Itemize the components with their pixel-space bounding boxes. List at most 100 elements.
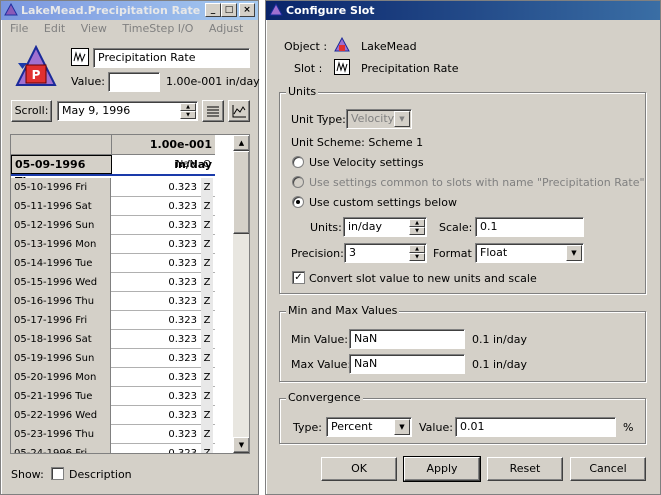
row-value[interactable]: 0.323 bbox=[112, 444, 200, 453]
configure-slot-titlebar[interactable]: Configure Slot bbox=[266, 1, 660, 20]
row-value[interactable]: 0.323 bbox=[112, 197, 200, 216]
table-row[interactable]: 05-19-1996 Sun 0.323 Z bbox=[11, 349, 215, 368]
row-value[interactable]: 0.323 bbox=[112, 330, 200, 349]
convergence-type-dropdown[interactable]: Percent ▼ bbox=[326, 417, 412, 437]
table-row[interactable]: 05-13-1996 Mon 0.323 Z bbox=[11, 235, 215, 254]
precision-stepper[interactable]: 3 ▲ ▼ bbox=[344, 243, 427, 263]
reset-button[interactable]: Reset bbox=[487, 457, 563, 481]
ok-button[interactable]: OK bbox=[321, 457, 397, 481]
convergence-value-input[interactable]: 0.01 bbox=[455, 417, 616, 437]
row-date: 05-22-1996 Wed bbox=[11, 406, 111, 425]
table-row[interactable]: 05-20-1996 Mon 0.323 Z bbox=[11, 368, 215, 387]
column-header[interactable]: 1.00e-001 in/day bbox=[112, 135, 215, 171]
precision-spin-up[interactable]: ▲ bbox=[409, 245, 425, 253]
row-flag: Z bbox=[201, 178, 213, 197]
table-row[interactable]: 05-21-1996 Tue 0.323 Z bbox=[11, 387, 215, 406]
scroll-up-arrow[interactable]: ▲ bbox=[233, 135, 249, 151]
row-value[interactable]: 0.323 bbox=[112, 425, 200, 444]
chevron-down-icon: ▼ bbox=[394, 111, 410, 127]
lake-object-icon: P bbox=[15, 45, 57, 86]
percent-label: % bbox=[623, 421, 634, 434]
date-field[interactable]: May 9, 1996 ▲ ▼ bbox=[57, 101, 198, 121]
row-flag: Z bbox=[201, 368, 213, 387]
row-value[interactable]: 0.323 bbox=[112, 406, 200, 425]
minimize-button[interactable]: _ bbox=[205, 3, 221, 17]
cancel-button[interactable]: Cancel bbox=[570, 457, 646, 481]
scale-input[interactable]: 0.1 bbox=[475, 217, 584, 237]
min-value-input[interactable]: NaN bbox=[349, 329, 465, 349]
row-value[interactable]: 0.323 bbox=[112, 235, 200, 254]
convert-checkbox[interactable]: ✓ bbox=[292, 271, 305, 284]
plot-view-button[interactable] bbox=[228, 100, 250, 122]
row-flag: Z bbox=[201, 197, 213, 216]
units-label: Units: bbox=[310, 221, 342, 234]
close-button[interactable]: × bbox=[239, 3, 255, 17]
convergence-type-value: Percent bbox=[331, 420, 373, 433]
row-value[interactable]: 0.323 bbox=[112, 387, 200, 406]
max-value-input[interactable]: NaN bbox=[349, 354, 465, 374]
maximize-button[interactable]: □ bbox=[221, 3, 237, 17]
units-spin-down[interactable]: ▼ bbox=[409, 227, 425, 235]
table-row[interactable]: 05-14-1996 Tue 0.323 Z bbox=[11, 254, 215, 273]
format-dropdown[interactable]: Float ▼ bbox=[475, 243, 584, 263]
value-input[interactable] bbox=[108, 72, 160, 92]
menu-edit[interactable]: Edit bbox=[44, 22, 65, 35]
row-value[interactable]: 0.323 bbox=[112, 349, 200, 368]
selected-row[interactable]: 05-09-1996 Thu NaN O bbox=[11, 155, 215, 188]
description-checkbox[interactable] bbox=[51, 467, 64, 480]
row-value[interactable]: 0.323 bbox=[112, 311, 200, 330]
row-value[interactable]: 0.323 bbox=[112, 254, 200, 273]
table-row[interactable]: 05-12-1996 Sun 0.323 Z bbox=[11, 216, 215, 235]
table-row[interactable]: 05-22-1996 Wed 0.323 Z bbox=[11, 406, 215, 425]
grid-scrollbar[interactable]: ▲ ▼ bbox=[233, 135, 249, 453]
slot-value: Precipitation Rate bbox=[361, 62, 459, 75]
radio-velocity-settings[interactable] bbox=[292, 156, 304, 168]
row-date: 05-23-1996 Thu bbox=[11, 425, 111, 444]
precision-spin-down[interactable]: ▼ bbox=[409, 253, 425, 261]
row-value[interactable]: 0.323 bbox=[112, 178, 200, 197]
table-row[interactable]: 05-10-1996 Fri 0.323 Z bbox=[11, 178, 215, 197]
unit-type-dropdown[interactable]: Velocity ▼ bbox=[346, 109, 412, 129]
row-value[interactable]: 0.323 bbox=[112, 216, 200, 235]
slot-name-field[interactable]: Precipitation Rate bbox=[93, 48, 250, 68]
row-flag: Z bbox=[201, 349, 213, 368]
row-value[interactable]: 0.323 bbox=[112, 292, 200, 311]
row-date: 05-15-1996 Wed bbox=[11, 273, 111, 292]
selected-row-value: NaN bbox=[175, 159, 197, 170]
radio-custom-settings[interactable] bbox=[292, 196, 304, 208]
scroll-button[interactable]: Scroll: bbox=[11, 100, 52, 122]
table-row[interactable]: 05-16-1996 Thu 0.323 Z bbox=[11, 292, 215, 311]
row-flag: Z bbox=[201, 311, 213, 330]
units-spin-up[interactable]: ▲ bbox=[409, 219, 425, 227]
table-row[interactable]: 05-23-1996 Thu 0.323 Z bbox=[11, 425, 215, 444]
menu-timestep-io[interactable]: TimeStep I/O bbox=[122, 22, 193, 35]
unit-type-value: Velocity bbox=[351, 112, 395, 125]
table-row[interactable]: 05-18-1996 Sat 0.323 Z bbox=[11, 330, 215, 349]
table-row[interactable]: 05-24-1996 Fri 0.323 Z bbox=[11, 444, 215, 453]
menu-view[interactable]: View bbox=[81, 22, 107, 35]
table-row[interactable]: 05-17-1996 Fri 0.323 Z bbox=[11, 311, 215, 330]
scale-label: Scale: bbox=[439, 221, 473, 234]
scroll-down-arrow[interactable]: ▼ bbox=[233, 437, 249, 453]
table-row[interactable]: 05-11-1996 Sat 0.323 Z bbox=[11, 197, 215, 216]
format-label: Format bbox=[433, 247, 472, 260]
format-value: Float bbox=[480, 246, 508, 259]
type-label: Type: bbox=[293, 421, 322, 434]
scroll-thumb[interactable] bbox=[233, 151, 249, 234]
menu-file[interactable]: File bbox=[10, 22, 28, 35]
apply-button[interactable]: Apply bbox=[403, 456, 481, 482]
slot-window-titlebar[interactable]: LakeMead.Precipitation Rate _ □ × bbox=[1, 1, 258, 20]
row-date: 05-10-1996 Fri bbox=[11, 178, 111, 197]
units-dropdown[interactable]: in/day ▲ ▼ bbox=[343, 217, 427, 237]
list-view-button[interactable] bbox=[202, 100, 224, 122]
max-value-label: Max Value: bbox=[291, 358, 352, 371]
row-value[interactable]: 0.323 bbox=[112, 273, 200, 292]
menu-adjust[interactable]: Adjust bbox=[209, 22, 243, 35]
date-spin-down[interactable]: ▼ bbox=[180, 111, 196, 119]
table-row[interactable]: 05-15-1996 Wed 0.323 Z bbox=[11, 273, 215, 292]
radio-common-settings[interactable] bbox=[292, 176, 304, 188]
radio-custom-label: Use custom settings below bbox=[309, 196, 457, 209]
row-flag: Z bbox=[201, 292, 213, 311]
row-value[interactable]: 0.323 bbox=[112, 368, 200, 387]
date-spin-up[interactable]: ▲ bbox=[180, 103, 196, 111]
